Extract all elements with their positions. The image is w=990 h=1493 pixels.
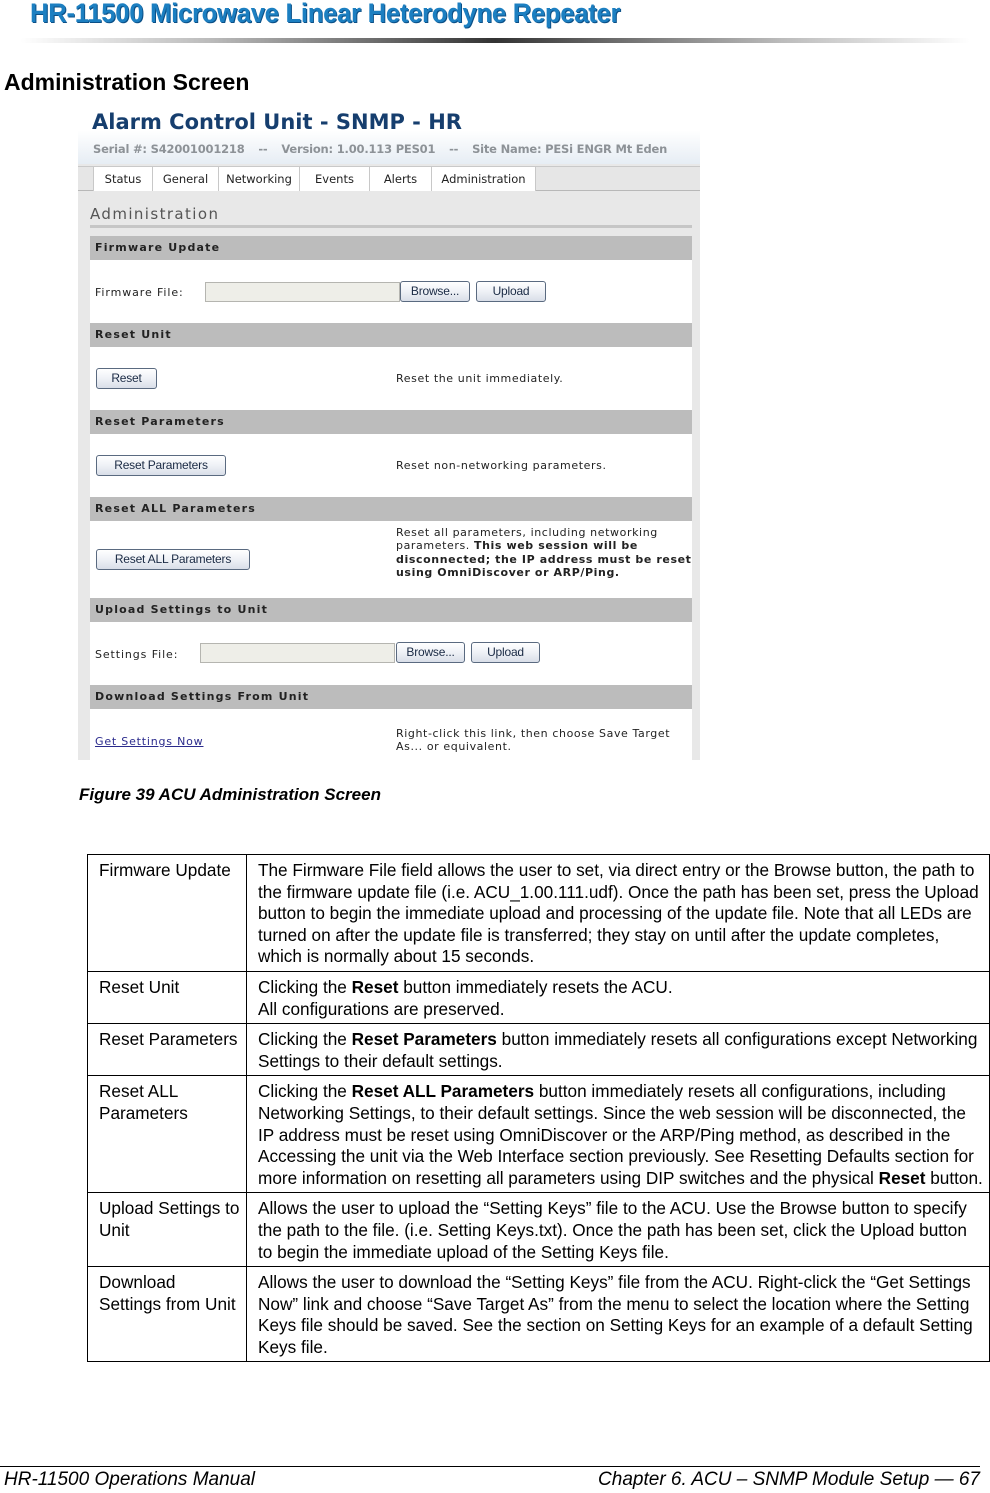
- acu-banner: Alarm Control Unit - SNMP - HR Serial #:…: [78, 108, 700, 164]
- header-divider: [20, 38, 970, 43]
- section-body: Reset Reset the unit immediately.: [90, 347, 692, 410]
- firmware-upload-button[interactable]: Upload: [476, 281, 546, 302]
- table-row: Firmware Update The Firmware File field a…: [87, 854, 990, 972]
- description-text: All configurations are preserved.: [258, 998, 505, 1019]
- row-feature-description: Allows the user to upload the “Setting K…: [246, 1192, 990, 1268]
- section-body: Firmware File: Browse... Upload: [90, 260, 692, 323]
- footer-chapter-page: Chapter 6. ACU – SNMP Module Setup — 67: [598, 1469, 980, 1490]
- settings-description-table: Firmware Update The Firmware File field a…: [87, 854, 990, 1363]
- description-text: Clicking the: [258, 976, 352, 997]
- tab-alerts[interactable]: Alerts: [370, 167, 432, 191]
- footer-divider: [0, 1466, 980, 1467]
- tab-networking[interactable]: Networking: [219, 167, 300, 191]
- acu-page-title: Administration: [90, 205, 220, 223]
- firmware-file-label: Firmware File:: [95, 286, 184, 299]
- table-row: Upload Settings to Unit Allows the user t…: [87, 1192, 990, 1268]
- section-body: Reset ALL Parameters Reset all parameter…: [90, 521, 692, 599]
- tab-status[interactable]: Status: [93, 167, 153, 191]
- reset-unit-description: Reset the unit immediately.: [396, 372, 564, 385]
- firmware-version: Version: 1.00.113 PES01: [281, 142, 436, 156]
- site-name: Site Name: PESi ENGR Mt Eden: [472, 142, 668, 156]
- info-separator: --: [258, 142, 268, 156]
- section-header: Firmware Update: [90, 236, 692, 260]
- reset-button[interactable]: Reset: [96, 368, 157, 389]
- document-header-title: HR-11500 Microwave Linear Heterodyne Rep…: [30, 0, 621, 28]
- acu-app-title: Alarm Control Unit - SNMP - HR: [92, 110, 462, 134]
- settings-file-input[interactable]: [200, 643, 395, 663]
- download-settings-description: Right-click this link, then choose Save …: [396, 727, 671, 754]
- description-text: Clicking the: [258, 1029, 352, 1050]
- bold-term: Reset: [878, 1167, 926, 1188]
- table-row: Reset Parameters Clicking the Reset Param…: [87, 1023, 990, 1077]
- section-body: Settings File: Browse... Upload: [90, 622, 692, 685]
- tab-administration[interactable]: Administration: [432, 167, 536, 191]
- reset-parameters-section: Reset Parameters Reset Parameters Reset …: [90, 410, 692, 497]
- section-header: Download Settings From Unit: [90, 685, 692, 709]
- row-feature-description: Clicking the Reset button immediately re…: [246, 970, 990, 1025]
- row-feature-name: Download Settings from Unit: [87, 1266, 247, 1363]
- section-header: Reset Parameters: [90, 410, 692, 434]
- page-title-divider: [90, 225, 692, 228]
- row-feature-description: Clicking the Reset Parameters button imm…: [246, 1023, 990, 1077]
- acu-admin-screenshot: Alarm Control Unit - SNMP - HR Serial #:…: [78, 108, 700, 760]
- section-header: Upload Settings to Unit: [90, 598, 692, 622]
- info-separator: --: [449, 142, 459, 156]
- reset-unit-section: Reset Unit Reset Reset the unit immediat…: [90, 323, 692, 410]
- section-header: Reset Unit: [90, 323, 692, 347]
- bold-term: Reset: [351, 976, 399, 997]
- row-feature-description: Clicking the Reset ALL Parameters button…: [246, 1075, 990, 1194]
- settings-file-label: Settings File:: [95, 648, 179, 661]
- acu-tab-list: Status General Networking Events Alerts …: [93, 167, 536, 191]
- description-text: Allows the user to upload the “Setting K…: [258, 1198, 967, 1262]
- reset-all-description: Reset all parameters, including networki…: [396, 526, 692, 579]
- table-row: Reset ALL Parameters Clicking the Reset A…: [87, 1075, 990, 1194]
- upload-settings-section: Upload Settings to Unit Settings File: B…: [90, 598, 692, 685]
- row-feature-description: The Firmware File field allows the user …: [246, 854, 990, 972]
- section-body: Get Settings Now Right-click this link, …: [90, 709, 692, 760]
- row-feature-name: Reset Unit: [87, 970, 247, 1025]
- section-header: Reset ALL Parameters: [90, 497, 692, 521]
- row-feature-description: Allows the user to download the “Setting…: [246, 1266, 990, 1363]
- description-text: button immediately resets the ACU.: [398, 976, 673, 997]
- figure-caption: Figure 39 ACU Administration Screen: [79, 785, 381, 804]
- description-text: Clicking the: [258, 1081, 352, 1102]
- acu-device-info: Serial #: S42001001218 -- Version: 1.00.…: [93, 142, 677, 156]
- row-feature-name: Reset Parameters: [87, 1023, 247, 1077]
- table-row: Reset Unit Clicking the Reset button imme…: [87, 970, 990, 1025]
- description-text: button.: [925, 1167, 983, 1188]
- reset-all-parameters-button[interactable]: Reset ALL Parameters: [96, 549, 250, 570]
- reset-parameters-description: Reset non-networking parameters.: [396, 459, 607, 472]
- bold-term: Reset ALL Parameters: [351, 1081, 535, 1102]
- row-feature-name: Firmware Update: [87, 854, 247, 972]
- table-row: Download Settings from Unit Allows the us…: [87, 1266, 990, 1363]
- section-body: Reset Parameters Reset non-networking pa…: [90, 434, 692, 497]
- row-feature-name: Upload Settings to Unit: [87, 1192, 247, 1268]
- reset-parameters-button[interactable]: Reset Parameters: [96, 455, 226, 476]
- table-body: Firmware Update The Firmware File field a…: [87, 854, 990, 1363]
- download-settings-section: Download Settings From Unit Get Settings…: [90, 685, 692, 760]
- tab-general[interactable]: General: [153, 167, 219, 191]
- row-feature-name: Reset ALL Parameters: [87, 1075, 247, 1194]
- serial-number: Serial #: S42001001218: [93, 142, 245, 156]
- footer-manual-title: HR-11500 Operations Manual: [4, 1469, 256, 1490]
- get-settings-now-link[interactable]: Get Settings Now: [95, 735, 203, 748]
- reset-all-parameters-section: Reset ALL Parameters Reset ALL Parameter…: [90, 497, 692, 599]
- firmware-update-section: Firmware Update Firmware File: Browse...…: [90, 236, 692, 323]
- settings-upload-button[interactable]: Upload: [471, 642, 540, 663]
- section-heading: Administration Screen: [4, 69, 250, 95]
- tab-events[interactable]: Events: [300, 167, 370, 191]
- bold-term: Reset Parameters: [351, 1029, 497, 1050]
- settings-browse-button[interactable]: Browse...: [396, 642, 465, 663]
- description-text: The Firmware File field allows the user …: [258, 860, 979, 967]
- firmware-file-input[interactable]: [205, 282, 400, 302]
- description-text: Allows the user to download the “Setting…: [258, 1272, 973, 1357]
- acu-nav-bar: Status General Networking Events Alerts …: [78, 166, 700, 191]
- firmware-browse-button[interactable]: Browse...: [400, 281, 470, 302]
